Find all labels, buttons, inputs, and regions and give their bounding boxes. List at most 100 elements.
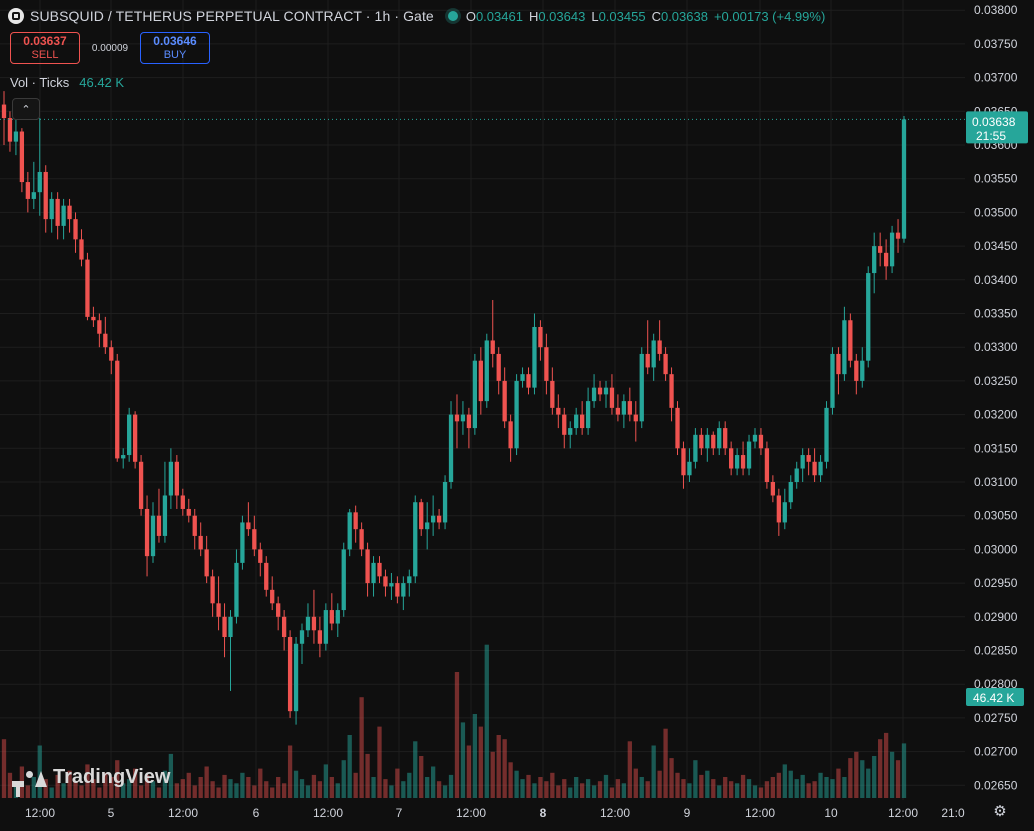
candle-body — [264, 562, 269, 590]
volume-bar — [854, 751, 859, 798]
volume-bar — [895, 760, 901, 798]
candle-body — [49, 198, 54, 220]
candle-body — [866, 273, 871, 361]
volume-bar — [240, 772, 245, 798]
volume-bar — [347, 735, 352, 798]
price-tick-label: 0.02750 — [974, 711, 1018, 725]
volume-bar — [889, 751, 895, 798]
close-value: 0.03638 — [660, 8, 708, 24]
candle-body — [323, 610, 328, 644]
candle-body — [246, 522, 251, 530]
candle-body — [401, 583, 406, 597]
volume-bar — [812, 781, 817, 798]
volume-bar — [514, 770, 519, 798]
volume-bar — [580, 783, 585, 798]
time-tick-label: 8 — [540, 806, 547, 820]
candle-body — [514, 380, 519, 449]
volume-bar — [1, 739, 7, 798]
candle-body — [413, 502, 418, 577]
candle-body — [699, 434, 704, 449]
price-tick-label: 0.03450 — [974, 239, 1018, 253]
volume-bar — [645, 781, 650, 798]
volume-bar — [299, 779, 305, 798]
volume-bar — [311, 774, 317, 798]
time-axis[interactable]: 12:00 5 12:00 6 12:00 7 12:00 8 12:00 9 12:00 10 12:… — [25, 806, 965, 820]
volume-bar — [794, 779, 799, 798]
candle-body — [776, 495, 781, 523]
high-value: 0.03643 — [538, 8, 586, 24]
volume-bar — [210, 781, 215, 798]
candle-body — [454, 414, 460, 422]
price-tick-label: 0.03400 — [974, 273, 1018, 287]
volume-bar — [901, 743, 907, 798]
candle-body — [848, 320, 853, 361]
volume-bar — [734, 783, 740, 798]
volume-bar — [621, 783, 627, 798]
volume-bar — [627, 741, 632, 798]
volume-bar — [705, 770, 710, 798]
price-tick-label: 0.03800 — [974, 3, 1018, 17]
candle-body — [800, 455, 805, 469]
volume-bar — [657, 770, 662, 798]
volume-bar — [729, 781, 734, 798]
low-value: 0.03455 — [598, 8, 646, 24]
price-tick-label: 0.03750 — [974, 37, 1018, 51]
candle-body — [544, 347, 549, 381]
volume-bar — [866, 768, 871, 798]
collapse-legend-button[interactable]: ⌃ — [12, 98, 40, 120]
price-tick-label: 0.03150 — [974, 441, 1018, 455]
trading-chart[interactable]: 0.03800 0.03750 0.03700 0.03650 0.03600 0.035… — [0, 0, 1034, 826]
candle-body — [305, 616, 311, 631]
candle-body — [186, 508, 191, 516]
candle-body — [496, 353, 501, 381]
time-tick-label: 12:00 — [25, 806, 55, 820]
candle-body — [13, 131, 19, 142]
candle-body — [717, 428, 722, 449]
candle-body — [740, 455, 746, 469]
time-tick-label: 10 — [824, 806, 838, 820]
gear-icon[interactable]: ⚙ — [992, 804, 1008, 820]
close-label: C — [651, 8, 661, 24]
volume-badge-value: 46.42 K — [973, 691, 1014, 705]
candle-body — [240, 522, 245, 563]
candle-body — [794, 468, 799, 482]
candle-body — [97, 320, 102, 334]
candle-body — [597, 387, 603, 395]
time-tick-label: 6 — [253, 806, 260, 820]
tradingview-logo[interactable]: TradingView — [12, 766, 170, 797]
volume-bar — [222, 774, 227, 798]
candle-body — [556, 407, 561, 415]
candle-body — [669, 374, 674, 408]
symbol-title[interactable]: SUBSQUID / TETHERUS PERPETUAL CONTRACT ·… — [30, 8, 434, 24]
volume-legend[interactable]: Vol · Ticks 46.42 K — [10, 75, 124, 90]
time-tick-label: 7 — [396, 806, 403, 820]
candle-body — [806, 455, 811, 462]
candle-body — [490, 340, 495, 354]
volume-bar — [770, 777, 776, 798]
sell-button[interactable]: 0.03637 SELL — [10, 32, 80, 64]
open-label: O — [465, 8, 476, 24]
volume-bar — [544, 781, 549, 798]
last-price-value: 0.03638 — [972, 115, 1016, 129]
candle-body — [162, 495, 168, 536]
volume-bar — [663, 728, 668, 798]
volume-bar — [550, 772, 555, 798]
buy-button[interactable]: 0.03646 BUY — [140, 32, 210, 64]
candle-body — [61, 205, 66, 226]
market-open-status-icon[interactable] — [447, 11, 458, 21]
volume-bar — [460, 722, 466, 798]
price-tick-label: 0.03300 — [974, 340, 1018, 354]
candle-body — [681, 448, 686, 476]
chevron-up-icon: ⌃ — [21, 103, 31, 116]
candle-body — [460, 414, 466, 422]
volume-bar — [585, 779, 591, 798]
volume-bar — [806, 783, 811, 798]
price-change: +0.00173 (+4.99%) — [713, 8, 826, 24]
time-tick-label: 9 — [684, 806, 691, 820]
candle-body — [371, 562, 376, 584]
candle-body — [425, 522, 430, 530]
candle-body — [782, 502, 787, 523]
price-chart[interactable]: 0.038000.037500.037000.036500.036000.035… — [0, 0, 1034, 826]
price-tick-label: 0.02850 — [974, 644, 1018, 658]
candle-body — [764, 448, 770, 482]
